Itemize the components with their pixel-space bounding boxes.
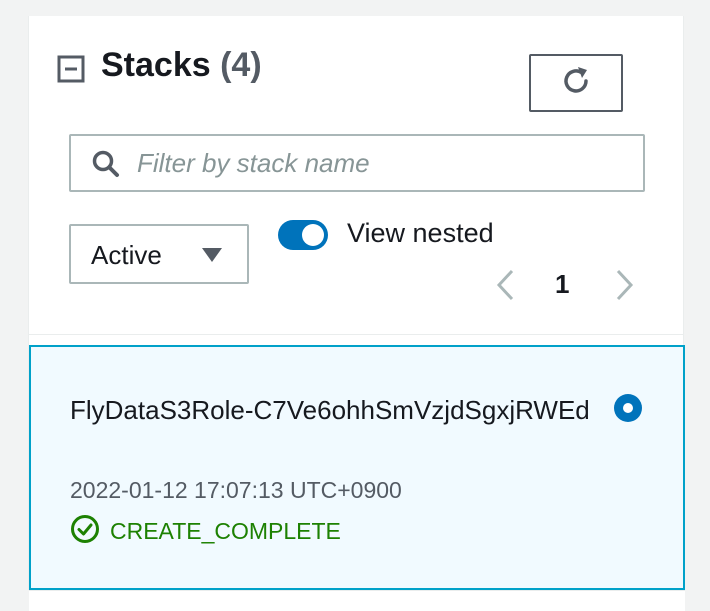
view-nested-label: View nested [347,218,494,248]
status-filter-select[interactable]: Active [69,224,249,284]
radio-dot [623,403,633,413]
stack-status: CREATE_COMPLETE [70,514,341,549]
divider [29,334,683,335]
chevron-right-icon[interactable] [615,268,635,302]
current-page[interactable]: 1 [555,269,569,300]
stacks-panel: Stacks (4) Active View nested [28,16,685,611]
chevron-left-icon[interactable] [495,268,515,302]
collapse-minus-icon[interactable] [57,55,85,83]
title-text: Stacks [101,46,211,84]
page-title: Stacks (4) [101,46,262,85]
toggle-knob [302,224,324,246]
stack-select-radio[interactable] [614,394,642,422]
stack-count: (4) [220,46,262,84]
search-field[interactable] [69,134,645,192]
status-text: CREATE_COMPLETE [110,517,341,544]
refresh-icon [559,64,593,103]
search-input[interactable] [137,136,633,190]
stack-list-item[interactable]: FlyDataS3Role-C7Ve6ohhSmVzjdSgxjRWEd 202… [29,345,685,590]
check-circle-icon [70,514,100,549]
stack-created-date: 2022-01-12 17:07:13 UTC+0900 [70,477,402,503]
stack-name[interactable]: FlyDataS3Role-C7Ve6ohhSmVzjdSgxjRWEd [70,391,590,429]
view-nested-toggle[interactable] [278,220,328,250]
search-icon [91,149,121,179]
status-filter-value: Active [91,240,162,270]
stack-list-item-next[interactable] [29,590,685,611]
refresh-button[interactable] [529,54,623,112]
caret-down-icon [201,247,223,263]
